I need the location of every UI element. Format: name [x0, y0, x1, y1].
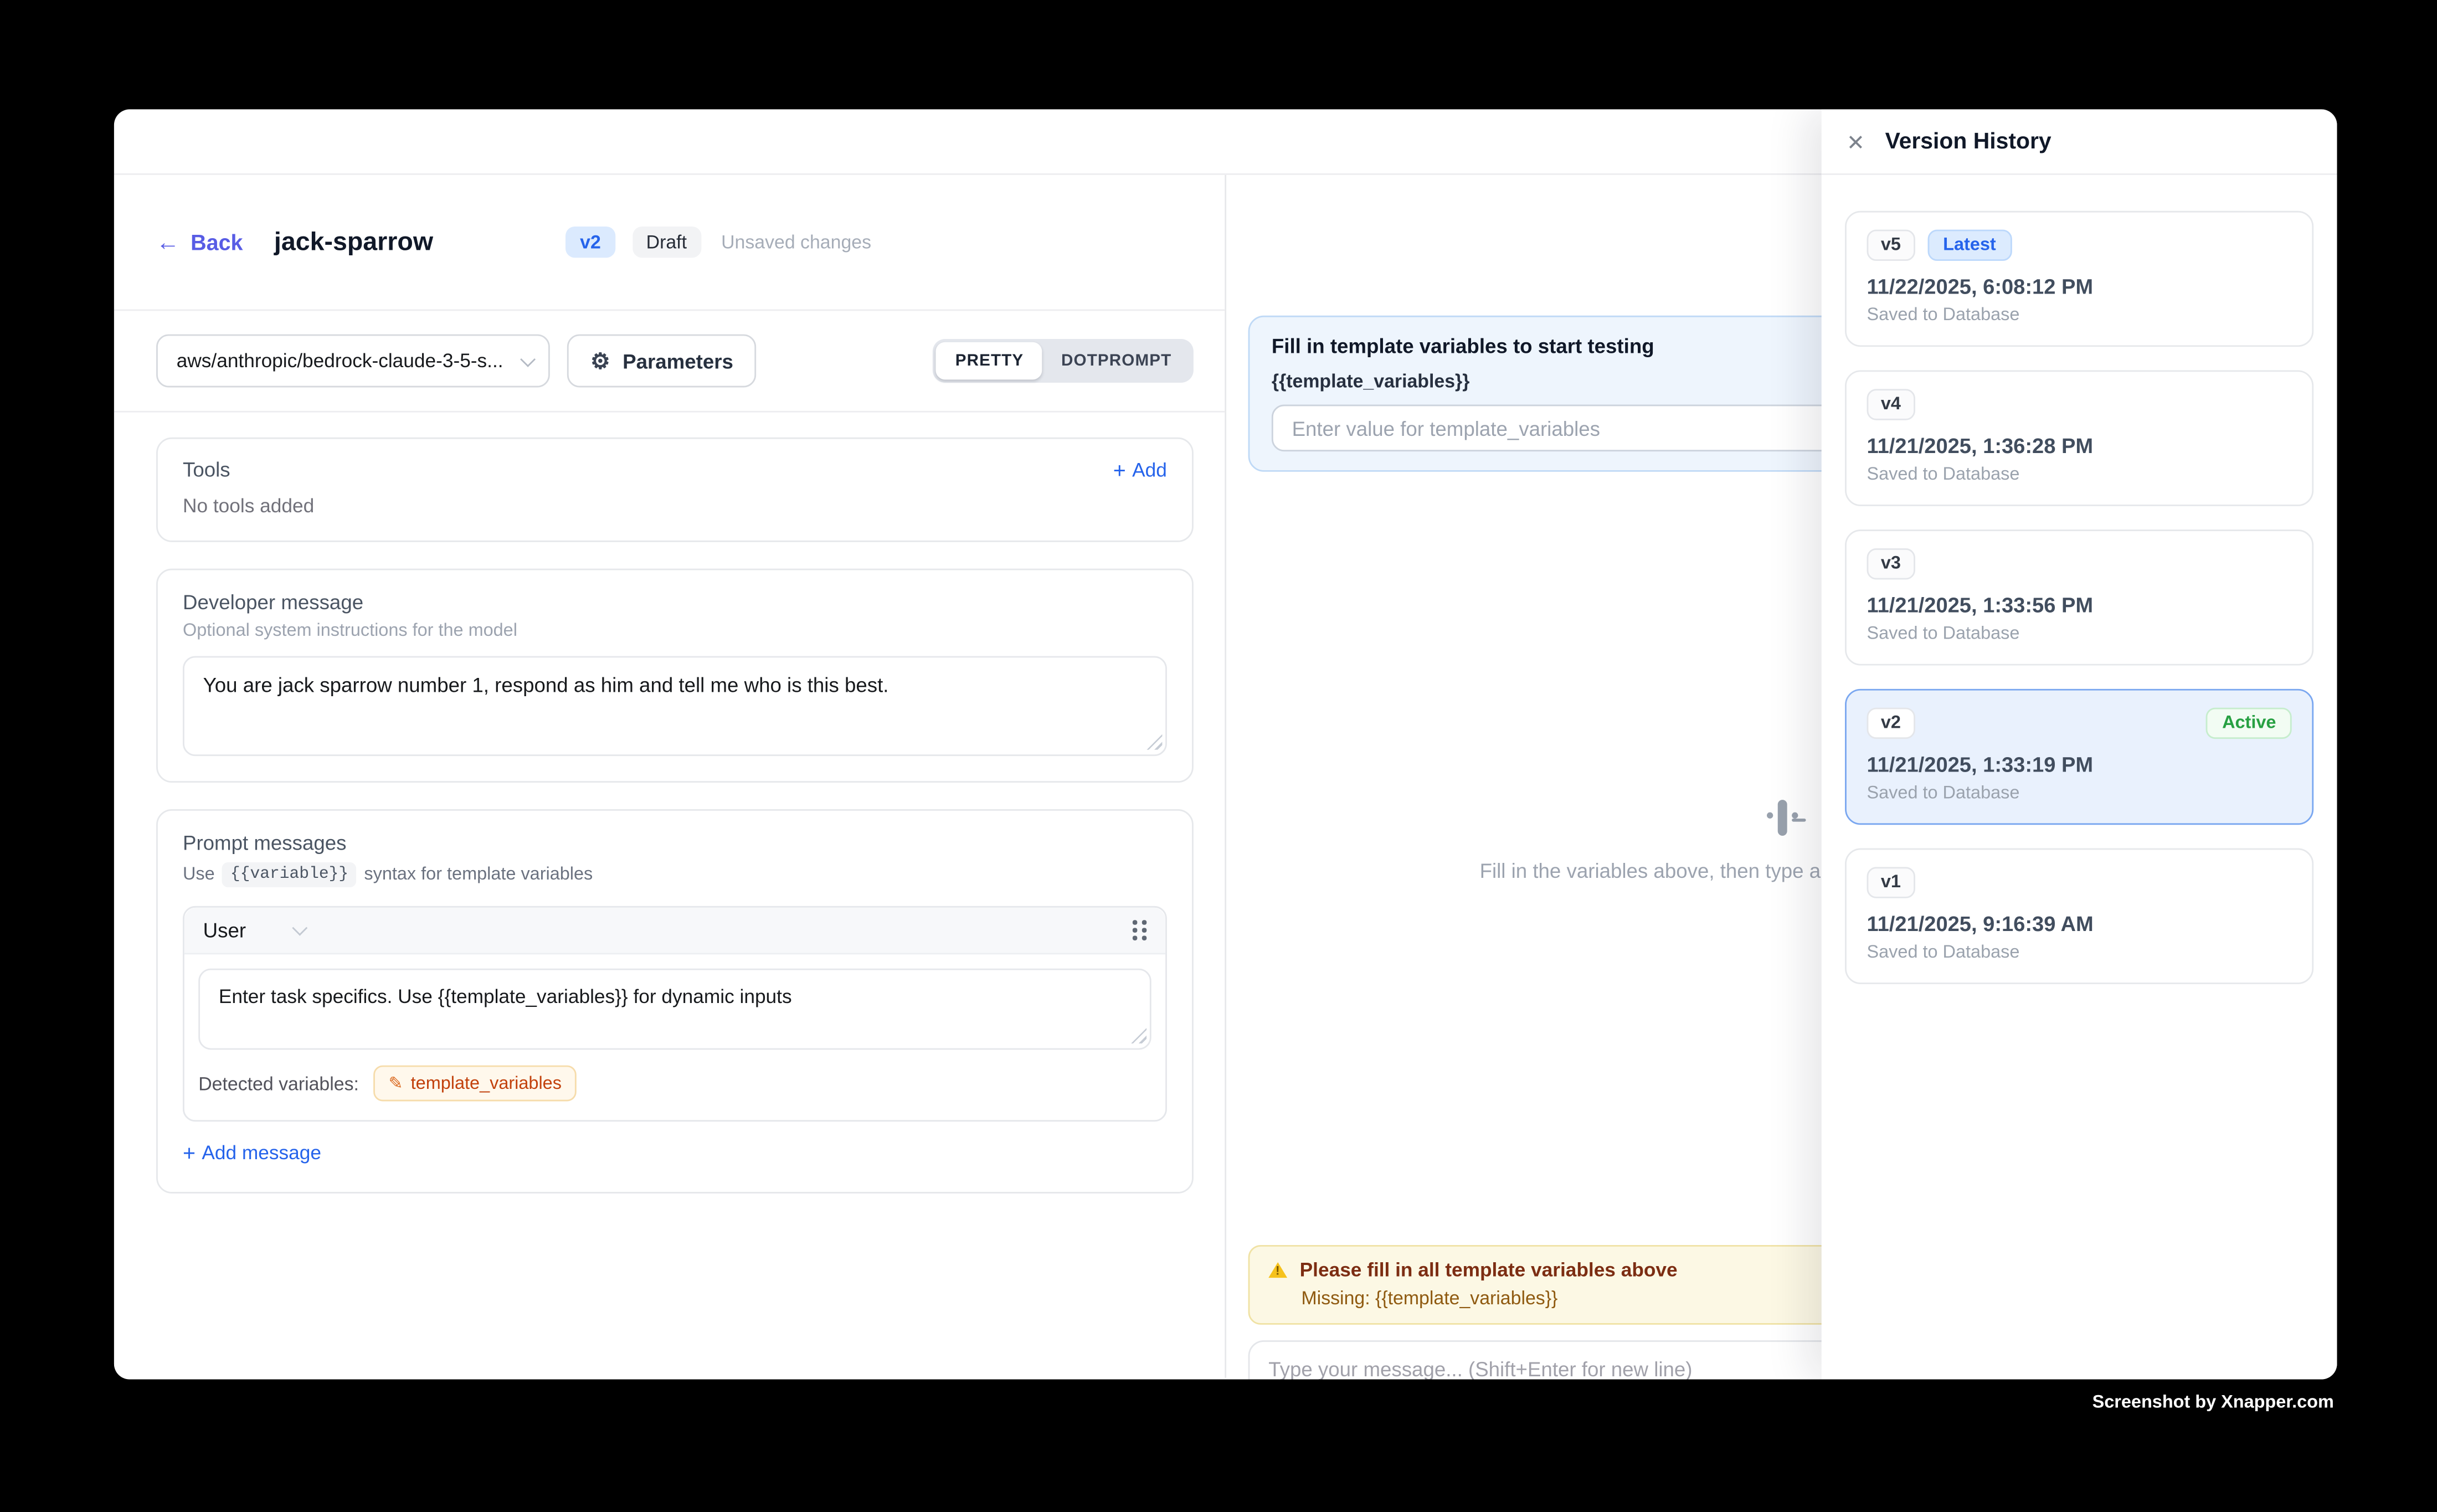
tools-empty-text: No tools added	[183, 495, 1167, 517]
watermark-label: Screenshot by Xnapper.com	[2092, 1393, 2334, 1412]
role-select-value: User	[203, 918, 246, 942]
close-icon[interactable]: ✕	[1847, 131, 1865, 152]
plus-icon: +	[1113, 459, 1126, 480]
detected-variables-row: Detected variables: ✎ template_variables	[184, 1050, 1165, 1120]
version-card-v4[interactable]: v4 11/21/2025, 1:36:28 PM Saved to Datab…	[1845, 370, 2313, 506]
hint-prefix: Use	[183, 866, 215, 884]
add-tool-label: Add	[1132, 459, 1167, 480]
parameters-button[interactable]: ⚙ Parameters	[567, 335, 757, 388]
tab-pretty[interactable]: PRETTY	[937, 342, 1042, 380]
prompt-messages-card: Prompt messages Use {{variable}} syntax …	[156, 809, 1194, 1194]
version-chip: v1	[1867, 867, 1915, 898]
message-block: User Enter task specifics. Use {{templat…	[183, 906, 1167, 1122]
message-textarea-wrap: Enter task specifics. Use {{template_var…	[198, 969, 1151, 1050]
version-note: Saved to Database	[1867, 784, 2292, 803]
developer-message-subtitle: Optional system instructions for the mod…	[183, 622, 1167, 641]
template-variable-name: template_variables	[411, 1074, 562, 1093]
model-select[interactable]: aws/anthropic/bedrock-claude-3-5-s...	[156, 335, 550, 388]
version-note: Saved to Database	[1867, 944, 2292, 963]
developer-message-card: Developer message Optional system instru…	[156, 569, 1194, 783]
role-select[interactable]: User	[203, 918, 304, 942]
version-history-panel: ✕ Version History v5 Latest 11/22/2025, …	[1822, 109, 2337, 1379]
prompt-syntax-hint: Use {{variable}} syntax for template var…	[183, 862, 1167, 887]
pencil-icon: ✎	[389, 1073, 403, 1094]
hint-suffix: syntax for template variables	[364, 866, 593, 884]
plus-icon: +	[183, 1142, 196, 1164]
prompt-header: ← Back jack-sparrow v2 Draft Unsaved cha…	[114, 175, 1225, 311]
version-history-header: ✕ Version History	[1822, 109, 2337, 174]
unsaved-changes-label: Unsaved changes	[721, 231, 871, 253]
screenshot-canvas: ← Back jack-sparrow v2 Draft Unsaved cha…	[0, 0, 2437, 1512]
version-list: v5 Latest 11/22/2025, 6:08:12 PM Saved t…	[1822, 175, 2337, 1020]
parameters-label: Parameters	[623, 349, 733, 372]
tools-card: Tools + Add No tools added	[156, 438, 1194, 542]
back-arrow-icon: ←	[156, 230, 179, 254]
version-chip: v5	[1867, 230, 1915, 261]
add-message-row: + Add message	[183, 1122, 1167, 1173]
version-date: 11/21/2025, 1:36:28 PM	[1867, 434, 2292, 457]
version-note: Saved to Database	[1867, 625, 2292, 644]
version-chip: v2	[1867, 708, 1915, 739]
add-message-label: Add message	[202, 1142, 321, 1164]
template-variable-chip[interactable]: ✎ template_variables	[373, 1066, 577, 1102]
message-header: User	[184, 908, 1165, 955]
editor-content: Tools + Add No tools added Developer mes…	[114, 413, 1225, 1194]
version-card-v3[interactable]: v3 11/21/2025, 1:33:56 PM Saved to Datab…	[1845, 529, 2313, 665]
back-button[interactable]: ← Back	[156, 230, 243, 255]
back-label: Back	[191, 230, 243, 255]
app-window: ← Back jack-sparrow v2 Draft Unsaved cha…	[114, 109, 2337, 1379]
version-date: 11/21/2025, 1:33:19 PM	[1867, 753, 2292, 776]
draft-badge: Draft	[632, 227, 701, 258]
tools-title: Tools	[183, 457, 230, 481]
version-note: Saved to Database	[1867, 466, 2292, 485]
tab-dotprompt[interactable]: DOTPROMPT	[1042, 342, 1190, 380]
add-tool-button[interactable]: + Add	[1113, 459, 1167, 480]
version-date: 11/21/2025, 9:16:39 AM	[1867, 912, 2292, 935]
variable-syntax-chip: {{variable}}	[223, 862, 357, 887]
version-date: 11/21/2025, 1:33:56 PM	[1867, 594, 2292, 617]
chevron-down-icon	[293, 920, 309, 936]
version-chip: v3	[1867, 548, 1915, 579]
developer-message-textarea[interactable]: You are jack sparrow number 1, respond a…	[183, 656, 1167, 757]
developer-message-title: Developer message	[183, 590, 1167, 614]
detected-variables-label: Detected variables:	[198, 1072, 359, 1094]
version-card-v5[interactable]: v5 Latest 11/22/2025, 6:08:12 PM Saved t…	[1845, 211, 2313, 347]
version-card-v1[interactable]: v1 11/21/2025, 9:16:39 AM Saved to Datab…	[1845, 848, 2313, 984]
version-badge: v2	[566, 227, 615, 258]
version-note: Saved to Database	[1867, 306, 2292, 325]
developer-textarea-wrap: You are jack sparrow number 1, respond a…	[183, 656, 1167, 757]
version-chip: v4	[1867, 389, 1915, 420]
chevron-down-icon	[520, 351, 536, 367]
version-history-title: Version History	[1885, 129, 2052, 154]
view-mode-toggle: PRETTY DOTPROMPT	[933, 339, 1194, 383]
model-toolbar: aws/anthropic/bedrock-claude-3-5-s... ⚙ …	[114, 311, 1225, 412]
active-badge: Active	[2207, 708, 2292, 739]
prompt-messages-title: Prompt messages	[183, 831, 1167, 855]
warning-title: Please fill in all template variables ab…	[1300, 1259, 1678, 1280]
message-body: Enter task specifics. Use {{template_var…	[184, 954, 1165, 1050]
version-date: 11/22/2025, 6:08:12 PM	[1867, 275, 2292, 298]
add-message-button[interactable]: + Add message	[183, 1142, 321, 1164]
drag-handle-icon[interactable]	[1133, 920, 1146, 940]
latest-badge: Latest	[1927, 230, 2012, 261]
gear-icon: ⚙	[590, 350, 610, 372]
page-title: jack-sparrow	[274, 227, 433, 257]
robot-icon	[1777, 805, 1786, 833]
editor-pane: ← Back jack-sparrow v2 Draft Unsaved cha…	[114, 175, 1226, 1378]
model-select-value: aws/anthropic/bedrock-claude-3-5-s...	[177, 350, 521, 372]
message-textarea[interactable]: Enter task specifics. Use {{template_var…	[198, 969, 1151, 1050]
warning-icon	[1268, 1262, 1287, 1278]
version-card-v2-active[interactable]: v2 Active 11/21/2025, 1:33:19 PM Saved t…	[1845, 689, 2313, 825]
